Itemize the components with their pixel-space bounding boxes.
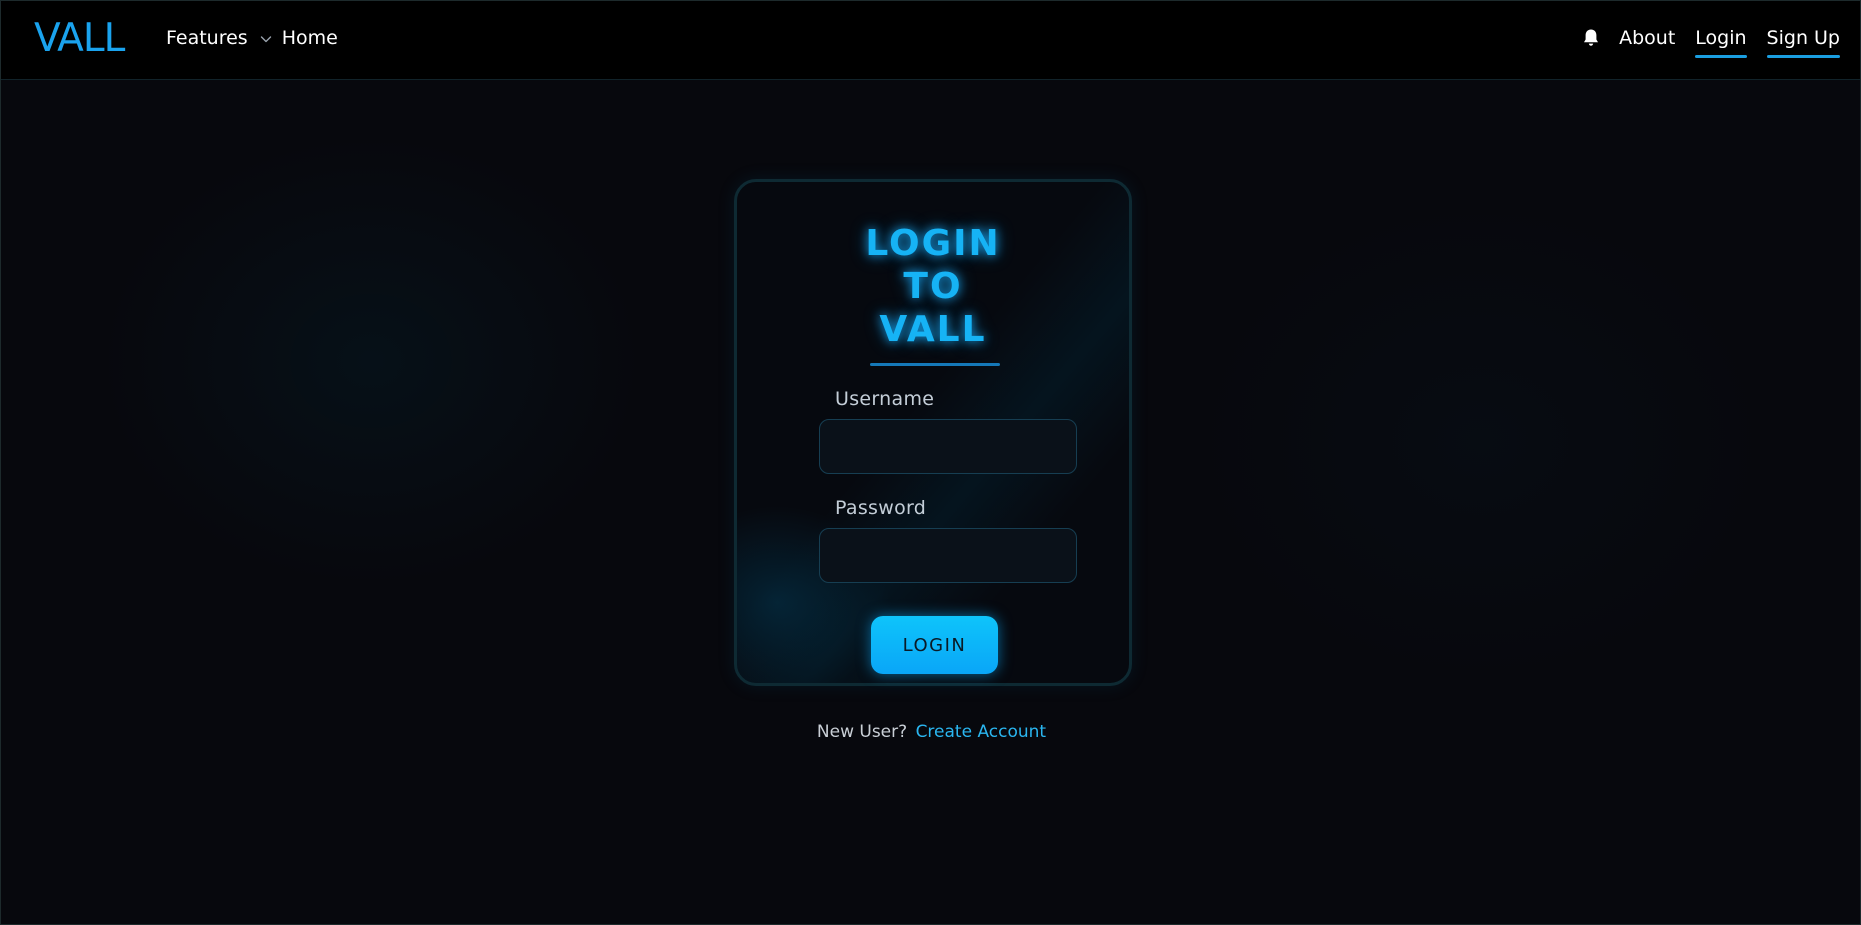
account-nav: About Login Sign Up — [1582, 27, 1840, 58]
navbar: VALL Features Home About Login Sign Up — [1, 1, 1860, 80]
features-dropdown[interactable]: Features — [166, 27, 272, 49]
signup-link[interactable]: Sign Up — [1766, 27, 1840, 58]
login-button[interactable]: LOGIN — [871, 616, 998, 674]
login-title-line-2: TO — [903, 266, 963, 307]
signup-active-underline — [1766, 55, 1840, 58]
about-link[interactable]: About — [1619, 27, 1675, 49]
login-link-label: Login — [1695, 27, 1747, 49]
password-label: Password — [835, 497, 927, 519]
signup-link-label: Sign Up — [1766, 27, 1840, 49]
bell-icon[interactable] — [1582, 28, 1600, 48]
login-card: LOGIN TO VALL Username Password LOGIN — [734, 179, 1132, 686]
login-link[interactable]: Login — [1695, 27, 1747, 58]
home-link[interactable]: Home — [282, 27, 338, 49]
login-title-line-3: VALL — [879, 309, 987, 350]
username-label: Username — [835, 388, 935, 410]
login-title: LOGIN TO VALL — [737, 222, 1129, 351]
username-input[interactable] — [819, 419, 1077, 474]
create-account-prompt: New User? Create Account — [1, 722, 1860, 742]
chevron-down-icon[interactable] — [260, 33, 272, 45]
brand-logo[interactable]: VALL — [34, 16, 125, 61]
features-link[interactable]: Features — [166, 27, 248, 49]
login-active-underline — [1695, 55, 1747, 58]
login-title-line-1: LOGIN — [865, 223, 1001, 264]
primary-nav: Features Home — [166, 27, 338, 49]
password-input[interactable] — [819, 528, 1077, 583]
create-account-link[interactable]: Create Account — [916, 722, 1047, 742]
page: VALL Features Home About Login Sign Up L… — [0, 0, 1861, 925]
title-underline — [870, 363, 1000, 366]
new-user-text: New User? — [816, 722, 908, 742]
